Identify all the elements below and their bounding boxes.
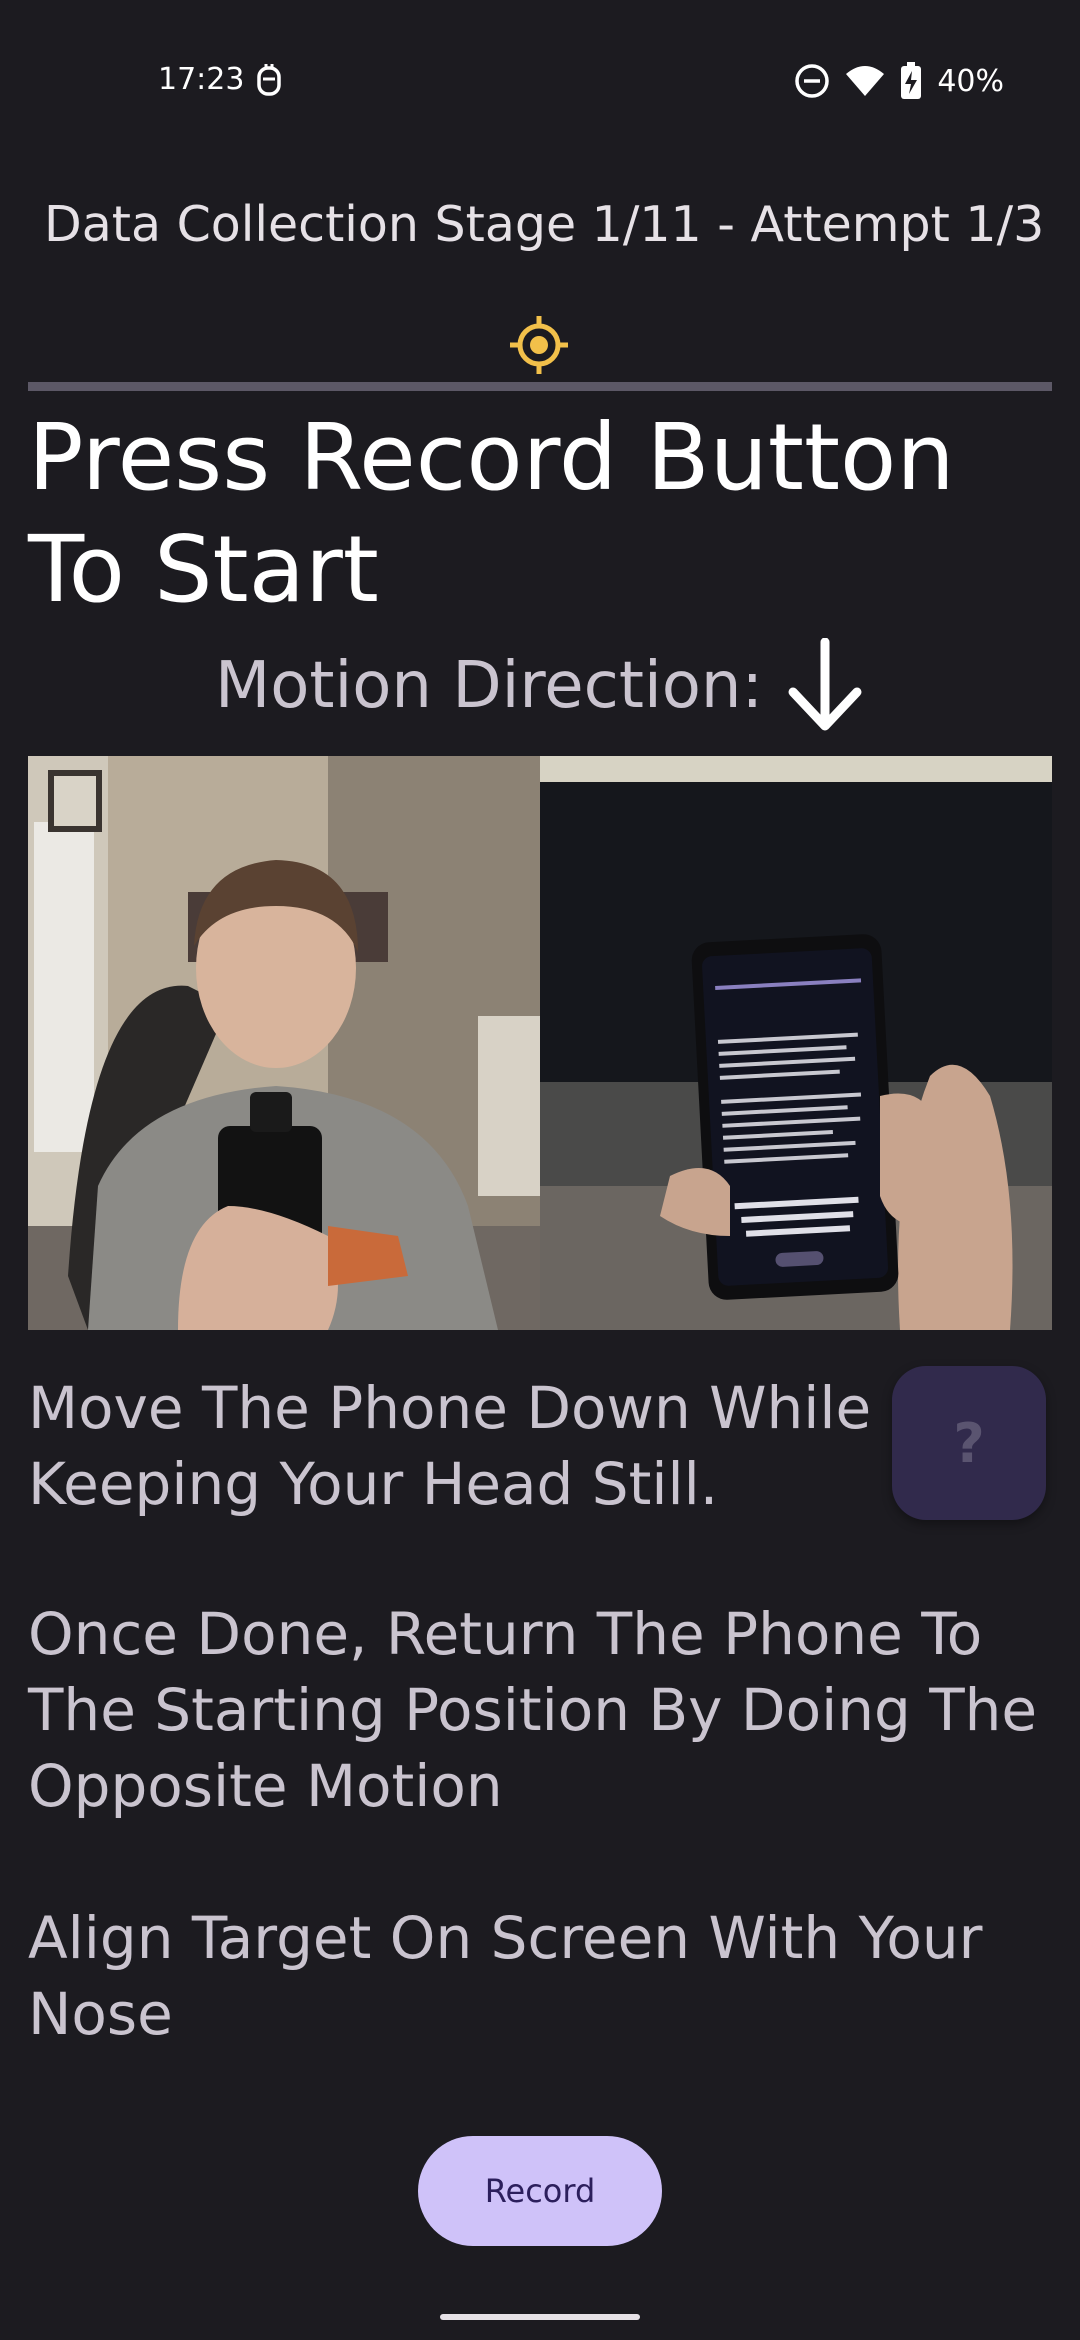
status-time: 17:23 <box>158 62 245 97</box>
motion-direction-label: Motion Direction: <box>215 649 763 723</box>
instruction-text-1: Move The Phone Down While Keeping Your H… <box>28 1374 872 1518</box>
instruction-heading: Press Record Button To Start <box>28 404 955 623</box>
record-button[interactable]: Record <box>418 2136 662 2246</box>
motion-direction: Motion Direction: <box>0 636 1080 736</box>
target-icon <box>508 314 570 376</box>
help-button[interactable]: ? <box>892 1366 1046 1520</box>
phone-screen-closeup-photo <box>540 756 1052 1330</box>
battery-percentage: 40% <box>937 63 1004 99</box>
do-not-disturb-icon <box>793 62 831 100</box>
instruction-text-3: Align Target On Screen With Your Nose <box>28 1904 983 2048</box>
person-holding-phone-photo <box>28 756 540 1330</box>
status-icons: 40% <box>793 60 1004 102</box>
notification-app-icon <box>254 62 284 100</box>
home-indicator[interactable] <box>440 2314 640 2320</box>
example-images <box>28 756 1052 1330</box>
stage-progress-fill <box>28 382 1052 391</box>
stage-progress-bar <box>28 382 1052 391</box>
arrow-down-icon <box>785 638 865 734</box>
instruction-text-2: Once Done, Return The Phone To The Start… <box>28 1600 1038 1820</box>
stage-title: Data Collection Stage 1/11 - Attempt 1/3 <box>44 196 1045 253</box>
status-bar: 17:23 40% <box>0 0 1080 160</box>
battery-charging-icon <box>899 62 923 100</box>
wifi-icon <box>845 64 885 98</box>
